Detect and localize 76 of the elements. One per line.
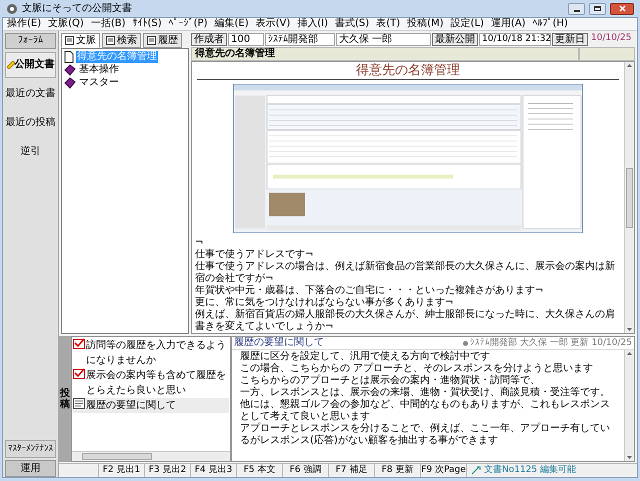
menu-item[interactable]: 設定(L)	[450, 19, 484, 29]
nav-footer-item[interactable]: ﾏｽﾀｰﾒﾝﾃﾅﾝｽ	[5, 440, 56, 458]
menu-item[interactable]: 書式(S)	[335, 19, 370, 29]
close-button[interactable]	[610, 2, 634, 14]
published-label-button[interactable]: 最新公開	[432, 33, 478, 46]
close-icon	[618, 5, 626, 12]
post-list-item[interactable]: 展示会の案内等も含めて履歴をとらえたら良いと思い	[73, 368, 229, 398]
nav-item[interactable]: 公開文書	[5, 52, 56, 78]
published-date: 10/10/18 21:32	[479, 33, 551, 46]
book-icon	[64, 64, 76, 76]
body-text: 年賀状や中元・歳暮は、下落合のご自宅に・・・といった複雑さがあります¬	[195, 285, 544, 296]
menu-item[interactable]: ｻｲﾄ(S)	[132, 19, 162, 29]
document-heading: 得意先の名簿管理	[197, 62, 619, 80]
body-text: 仕事で使うアドレスの場合は、例えば新宿食品の営業部長の大久保さんに、展示会の案内は新宿の会社ですが¬	[195, 261, 616, 284]
author-name-field: 大久保 一郎	[336, 33, 431, 46]
document-icon	[64, 51, 74, 63]
tree-item[interactable]: マスター	[78, 77, 120, 89]
author-code-field: 100	[228, 33, 264, 46]
scroll-thumb[interactable]	[626, 168, 633, 228]
document-title-bar: 得意先の名簿管理	[191, 47, 579, 61]
posts-side-label: 投稿	[59, 336, 71, 462]
post-meta: ｼｽﾃﾑ開発部 大久保 一郎 更新 10/10/25	[470, 338, 632, 348]
window-title: 文脈にそっての公開文書	[22, 4, 132, 14]
menu-item[interactable]: 運用(A)	[490, 19, 526, 29]
scroll-up-icon	[627, 64, 632, 67]
post-body-text: 他には、懇親ゴルフ会の参加など、中間的なものもありますが、これもレスポンスとして考えて良いと思います	[240, 399, 611, 422]
menu-item[interactable]: 挿入(I)	[297, 19, 328, 29]
post-body-text: この場合、こちらからの アプローチと、そのレスポンスを分けようと思います	[240, 363, 594, 374]
menu-item[interactable]: ﾍﾙﾌﾟ(H)	[532, 19, 568, 29]
tree-item[interactable]: 基本操作	[78, 64, 120, 76]
pencil-icon	[6, 61, 14, 69]
menu-item[interactable]: 表(T)	[376, 19, 400, 29]
post-title: 履歴の要望に関して	[234, 338, 324, 348]
post-list-item[interactable]: 履歴の要望に関して	[73, 398, 229, 413]
post-body-text: アプローチとレスポンスを分けることで、例えば、ここ一年、アプローチ有しているがレスポンス(応答)がない顧客を抽出する事ができます	[240, 423, 611, 447]
tree-tab[interactable]: 検索	[102, 33, 141, 48]
tree-tab[interactable]: 履歴	[143, 33, 182, 48]
menu-item[interactable]: 文脈(Q)	[48, 19, 84, 29]
scroll-down-icon	[627, 456, 632, 459]
maximize-button[interactable]	[589, 2, 606, 14]
minimize-button[interactable]	[568, 2, 585, 14]
post-body-text: こちらからのアプローチとは展示会の案内・進物賀状・訪問等で、	[240, 375, 541, 386]
tab-icon	[65, 36, 74, 45]
menu-item[interactable]: 操作(E)	[7, 19, 42, 29]
body-text: ¬	[195, 237, 204, 249]
tab-icon	[106, 36, 115, 45]
dot-icon	[463, 340, 468, 346]
nav-item[interactable]: 逆引	[5, 139, 56, 165]
tab-icon	[147, 36, 156, 45]
scroll-up-icon	[627, 352, 632, 355]
nav-header: ﾌｫｰﾗﾑ	[5, 33, 56, 49]
menu-item[interactable]: 一括(B)	[90, 19, 126, 29]
app-icon	[6, 2, 18, 14]
menu-item[interactable]: 編集(E)	[214, 19, 249, 29]
menu-item[interactable]: ﾍﾟｰｼﾞ(P)	[168, 19, 208, 29]
author-label-button[interactable]: 作成者	[191, 33, 227, 46]
book-icon	[64, 77, 76, 89]
menu-item[interactable]: 表示(V)	[256, 19, 290, 29]
menu-item[interactable]: 投稿(M)	[407, 19, 444, 29]
nav-footer-item[interactable]: 運用	[5, 460, 56, 477]
body-text: 更に、常に気をつけなければならない事が多くあります¬	[195, 297, 454, 308]
post-body-text: 履歴に区分を設定して、汎用で使える方向で検討中です	[240, 351, 491, 362]
status-text: 文書No1125 編集可能	[484, 466, 576, 475]
scroll-down-icon	[627, 328, 632, 331]
nav-item[interactable]: 最近の投稿	[5, 110, 56, 136]
function-key-button[interactable]: F9 次Page	[421, 464, 467, 477]
nav-item[interactable]: 最近の文書	[5, 81, 56, 107]
tree-tab[interactable]: 文脈	[61, 33, 100, 48]
post-list-item[interactable]: 訪問等の履歴を入力できるようになりませんか	[73, 338, 229, 368]
post-body-text: 一方、レスポンスとは、展示会の来場、進物・賀状受け、商談見積・受注等です。	[240, 387, 611, 398]
body-text: 仕事で使うアドレスです¬	[195, 249, 314, 260]
title-side-field	[579, 47, 635, 61]
body-text: 例えば、新宿百貨店の婦人服部長の大久保さんが、紳士服部長になった時に、大久保さんの肩書きを変えてよいでしょうか¬	[195, 309, 616, 333]
updated-label-button[interactable]: 更新日	[552, 33, 588, 46]
scroll-thumb[interactable]	[82, 453, 152, 460]
department-field: ｼｽﾃﾑ開発部	[265, 33, 335, 46]
